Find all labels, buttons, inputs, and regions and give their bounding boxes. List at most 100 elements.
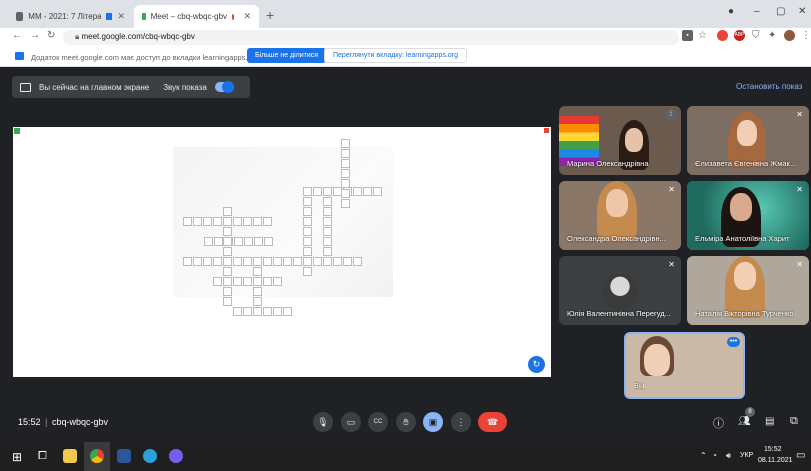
crossword-cell[interactable] <box>223 247 232 256</box>
browser-menu-icon[interactable]: ⋮ <box>801 30 811 41</box>
crossword-cell[interactable] <box>233 257 242 266</box>
crossword-cell[interactable] <box>223 277 232 286</box>
crossword-cell[interactable] <box>303 227 312 236</box>
crossword-cell[interactable] <box>323 207 332 216</box>
crossword-cell[interactable] <box>303 207 312 216</box>
crossword-cell[interactable] <box>214 237 223 246</box>
stop-sharing-button[interactable]: Більше не ділитися <box>247 48 327 63</box>
crossword-cell[interactable] <box>313 257 322 266</box>
participant-tile[interactable]: ✕ Юлія Валентинівна Перегуд... <box>559 256 681 325</box>
crossword-cell[interactable] <box>233 307 242 316</box>
crossword-cell[interactable] <box>253 287 262 296</box>
more-options-icon[interactable]: ••• <box>727 337 740 347</box>
participant-tile[interactable]: ✕ Олександра Олександрівн... <box>559 181 681 250</box>
back-icon[interactable]: ← <box>12 30 22 41</box>
mic-button[interactable]: 🎙︎ <box>313 412 333 432</box>
volume-icon[interactable]: 🔊︎ <box>726 451 731 461</box>
learningapps-logo-icon[interactable]: ↻ <box>528 356 545 373</box>
tray-chevron-icon[interactable]: ⌃ <box>700 451 707 460</box>
crossword-cell[interactable] <box>303 237 312 246</box>
crossword-cell[interactable] <box>273 257 282 266</box>
crossword-cell[interactable] <box>283 257 292 266</box>
crossword-cell[interactable] <box>213 217 222 226</box>
participant-tile[interactable]: ✕ Єлизавета Євгенівна Жмак... <box>687 106 809 175</box>
wifi-icon[interactable]: ◔ <box>712 451 717 460</box>
maximize-button[interactable]: ▢ <box>776 6 785 17</box>
new-tab-icon[interactable]: + <box>266 7 274 23</box>
crossword-cell[interactable] <box>353 187 362 196</box>
crossword-cell[interactable] <box>333 257 342 266</box>
crossword-cell[interactable] <box>341 199 350 208</box>
crossword-cell[interactable] <box>193 217 202 226</box>
crossword-cell[interactable] <box>223 227 232 236</box>
crossword-cell[interactable] <box>253 297 262 306</box>
crossword-cell[interactable] <box>303 247 312 256</box>
extensions-puzzle-icon[interactable]: ✦ <box>768 30 776 41</box>
camera-button[interactable]: ▭ <box>341 412 361 432</box>
crossword-cell[interactable] <box>323 187 332 196</box>
crossword-cell[interactable] <box>283 307 292 316</box>
participant-tile[interactable]: ✕ Ельміра Анатоліївна Харит <box>687 181 809 250</box>
crossword-cell[interactable] <box>273 277 282 286</box>
crossword-cell[interactable] <box>223 297 232 306</box>
crossword-cell[interactable] <box>323 197 332 206</box>
crossword-cell[interactable] <box>203 217 212 226</box>
close-tab-icon[interactable]: ✕ <box>243 11 251 22</box>
word-icon[interactable] <box>117 449 131 463</box>
tab-meet[interactable]: Meet – cbq-wbqc-gbv ✕ <box>134 5 259 28</box>
notification-icon[interactable]: ▭ <box>796 450 805 461</box>
crossword-cell[interactable] <box>341 179 350 188</box>
crossword-cell[interactable] <box>303 197 312 206</box>
crossword-cell[interactable] <box>341 159 350 168</box>
self-view-tile[interactable]: ••• Вы <box>624 332 745 399</box>
crossword-cell[interactable] <box>254 237 263 246</box>
crossword-cell[interactable] <box>264 237 273 246</box>
activities-icon[interactable]: ⧉ <box>790 415 798 428</box>
file-explorer-icon[interactable] <box>63 449 77 463</box>
windows-start-icon[interactable]: ⊞ <box>12 450 22 464</box>
crossword-grid[interactable] <box>13 127 551 377</box>
crossword-cell[interactable] <box>341 169 350 178</box>
crossword-cell[interactable] <box>253 257 262 266</box>
crossword-cell[interactable] <box>223 267 232 276</box>
crossword-cell[interactable] <box>253 307 262 316</box>
crossword-cell[interactable] <box>303 187 312 196</box>
crossword-cell[interactable] <box>373 187 382 196</box>
reload-icon[interactable]: ↻ <box>47 30 55 41</box>
crossword-cell[interactable] <box>223 287 232 296</box>
close-window-button[interactable]: ✕ <box>798 6 806 17</box>
viber-icon[interactable] <box>169 449 183 463</box>
extension-red-icon[interactable] <box>717 30 728 41</box>
crossword-cell[interactable] <box>213 277 222 286</box>
more-options-button[interactable]: ⋮ <box>451 412 471 432</box>
crossword-cell[interactable] <box>323 257 332 266</box>
crossword-cell[interactable] <box>341 189 350 198</box>
crossword-cell[interactable] <box>253 277 262 286</box>
sound-toggle[interactable] <box>214 81 234 93</box>
crossword-cell[interactable] <box>253 267 262 276</box>
crossword-cell[interactable] <box>223 207 232 216</box>
crossword-cell[interactable] <box>343 257 352 266</box>
camera-indicator-icon[interactable]: ▪ <box>682 30 693 41</box>
crossword-cell[interactable] <box>253 217 262 226</box>
info-icon[interactable]: ⓘ <box>713 415 724 431</box>
crossword-cell[interactable] <box>183 217 192 226</box>
crossword-cell[interactable] <box>341 149 350 158</box>
crossword-cell[interactable] <box>213 257 222 266</box>
present-button[interactable]: ▣ <box>423 412 443 432</box>
address-bar[interactable]: 🔒︎ meet.google.com/cbq-wbqc-gbv <box>63 30 679 45</box>
crossword-cell[interactable] <box>263 217 272 226</box>
crossword-cell[interactable] <box>243 217 252 226</box>
bookmark-star-icon[interactable]: ☆ <box>698 30 707 41</box>
end-call-button[interactable]: ☎︎ <box>478 412 507 432</box>
crossword-cell[interactable] <box>183 257 192 266</box>
avatar[interactable] <box>784 30 795 41</box>
crossword-cell[interactable] <box>303 217 312 226</box>
crossword-cell[interactable] <box>323 217 332 226</box>
crossword-cell[interactable] <box>303 267 312 276</box>
crossword-cell[interactable] <box>243 277 252 286</box>
crossword-cell[interactable] <box>243 257 252 266</box>
participant-tile[interactable]: ✕ Наталія Вікторівна Турченко <box>687 256 809 325</box>
captions-button[interactable]: CC <box>368 412 388 432</box>
crossword-cell[interactable] <box>233 217 242 226</box>
